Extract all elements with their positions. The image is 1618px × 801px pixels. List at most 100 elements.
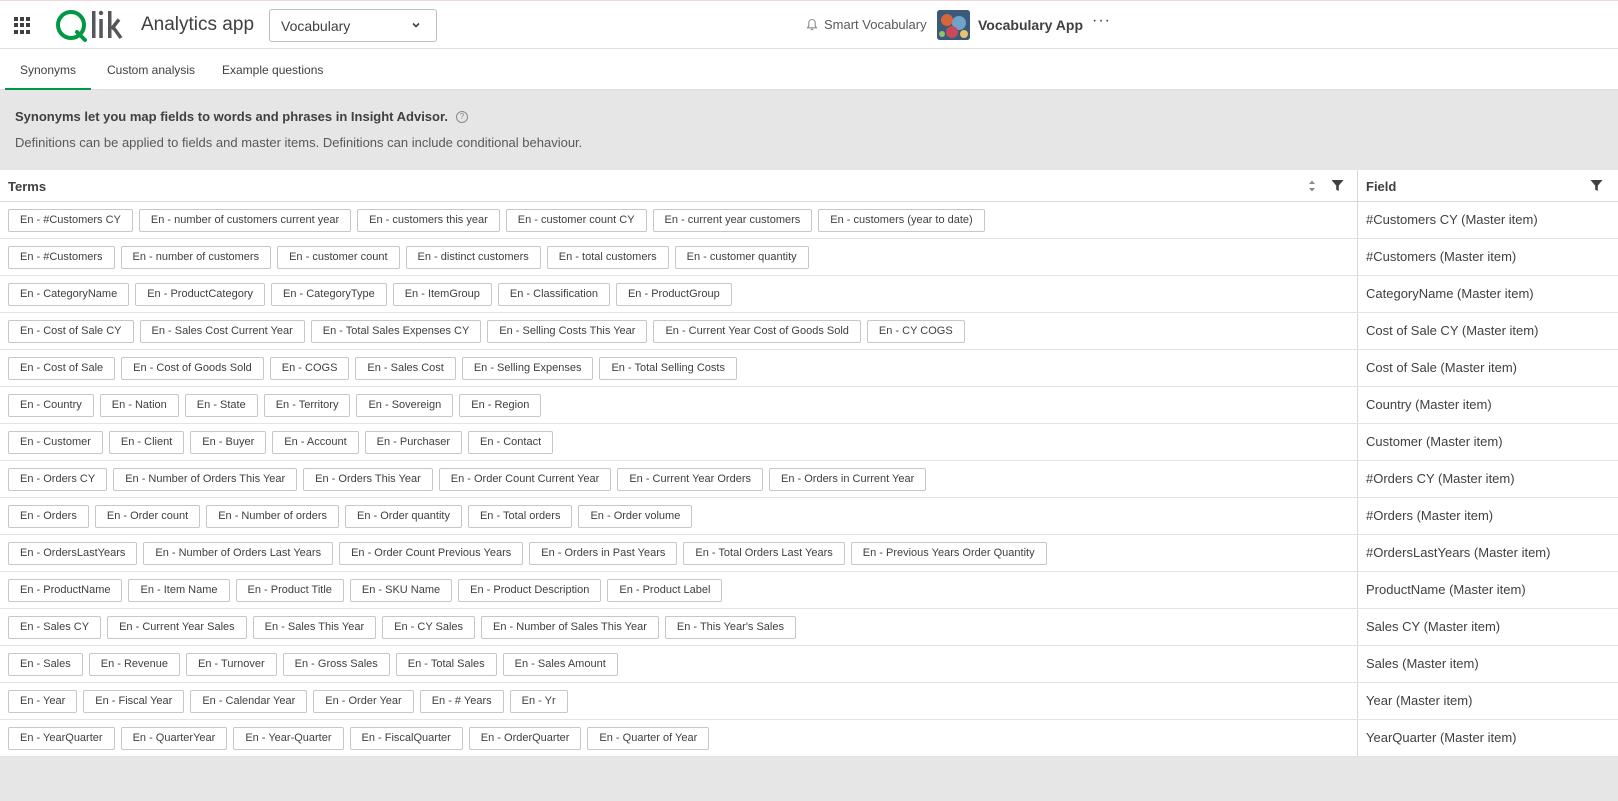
table-row[interactable]: En - Customer En - Client En - Buyer En - A… xyxy=(0,424,1618,461)
term-chip[interactable]: En - Nation xyxy=(99,394,179,417)
more-options-icon[interactable]: ··· xyxy=(1092,12,1111,30)
term-chip[interactable]: En - Revenue xyxy=(88,653,181,676)
term-chip[interactable]: En - Sales Amount xyxy=(502,653,618,676)
table-row[interactable]: En - YearQuarter En - QuarterYear En - Yea… xyxy=(0,720,1618,757)
term-chip[interactable]: En - Number of orders xyxy=(206,505,340,528)
term-chip[interactable]: En - Orders This Year xyxy=(303,468,433,491)
term-chip[interactable]: En - CY COGS xyxy=(866,320,965,343)
term-chip[interactable]: En - Orders in Past Years xyxy=(529,542,678,565)
term-chip[interactable]: En - FiscalQuarter xyxy=(349,727,463,750)
term-chip[interactable]: En - Selling Expenses xyxy=(461,357,594,380)
term-chip[interactable]: En - Sales xyxy=(8,653,83,676)
term-chip[interactable]: En - ProductCategory xyxy=(135,283,265,306)
term-chip[interactable]: En - customer quantity xyxy=(674,246,809,269)
term-chip[interactable]: En - Contact xyxy=(468,431,554,454)
term-chip[interactable]: En - QuarterYear xyxy=(120,727,228,750)
term-chip[interactable]: En - Sales CY xyxy=(8,616,102,639)
smart-vocabulary-button[interactable]: Smart Vocabulary xyxy=(806,17,927,32)
term-chip[interactable]: En - Country xyxy=(8,394,94,417)
term-chip[interactable]: En - Calendar Year xyxy=(190,690,308,713)
table-row[interactable]: En - Sales CY En - Current Year Sales En -… xyxy=(0,609,1618,646)
term-chip[interactable]: En - Order Year xyxy=(313,690,414,713)
term-chip[interactable]: En - Sovereign xyxy=(356,394,454,417)
term-chip[interactable]: En - Yr xyxy=(509,690,568,713)
table-row[interactable]: En - #Customers En - number of customers E… xyxy=(0,239,1618,276)
qlik-logo[interactable] xyxy=(55,7,125,43)
term-chip[interactable]: En - Sales Cost xyxy=(355,357,456,380)
term-chip[interactable]: En - Orders in Current Year xyxy=(769,468,927,491)
term-chip[interactable]: En - YearQuarter xyxy=(8,727,115,750)
term-chip[interactable]: En - Order Count Current Year xyxy=(438,468,612,491)
term-chip[interactable]: En - Territory xyxy=(263,394,351,417)
term-chip[interactable]: En - Order quantity xyxy=(345,505,462,528)
table-row[interactable]: En - Cost of Sale CY En - Sales Cost Curr… xyxy=(0,313,1618,350)
table-row[interactable]: En - Orders CY En - Number of Orders This… xyxy=(0,461,1618,498)
term-chip[interactable]: En - Product Description xyxy=(458,579,602,602)
vocabulary-app-name[interactable]: Vocabulary App xyxy=(978,17,1083,33)
table-row[interactable]: En - CategoryName En - ProductCategory En … xyxy=(0,276,1618,313)
term-chip[interactable]: En - SKU Name xyxy=(349,579,453,602)
term-chip[interactable]: En - Account xyxy=(272,431,359,454)
table-row[interactable]: En - Sales En - Revenue En - Turnover En - … xyxy=(0,646,1618,683)
tab-custom-analysis[interactable]: Custom analysis xyxy=(107,49,195,90)
term-chip[interactable]: En - customers (year to date) xyxy=(818,209,985,232)
term-chip[interactable]: En - ProductGroup xyxy=(615,283,732,306)
term-chip[interactable]: En - Total Sales Expenses CY xyxy=(310,320,482,343)
term-chip[interactable]: En - Year-Quarter xyxy=(233,727,344,750)
term-chip[interactable]: En - This Year's Sales xyxy=(664,616,796,639)
term-chip[interactable]: En - Current Year Cost of Goods Sold xyxy=(653,320,861,343)
term-chip[interactable]: En - Classification xyxy=(497,283,610,306)
term-chip[interactable]: En - Orders xyxy=(8,505,89,528)
term-chip[interactable]: En - Number of Sales This Year xyxy=(481,616,659,639)
term-chip[interactable]: En - Turnover xyxy=(186,653,277,676)
sort-icon[interactable] xyxy=(1307,177,1317,195)
term-chip[interactable]: En - number of customers current year xyxy=(138,209,352,232)
term-chip[interactable]: En - Current Year Sales xyxy=(107,616,247,639)
term-chip[interactable]: En - Buyer xyxy=(190,431,267,454)
table-row[interactable]: En - Year En - Fiscal Year En - Calendar Y… xyxy=(0,683,1618,720)
sheet-select-dropdown[interactable]: Vocabulary xyxy=(269,9,437,42)
term-chip[interactable]: En - customer count xyxy=(277,246,400,269)
tab-synonyms[interactable]: Synonyms xyxy=(5,49,91,90)
table-row[interactable]: En - Orders En - Order count En - Number o… xyxy=(0,498,1618,535)
term-chip[interactable]: En - CY Sales xyxy=(382,616,476,639)
term-chip[interactable]: En - Gross Sales xyxy=(282,653,390,676)
term-chip[interactable]: En - Item Name xyxy=(128,579,230,602)
term-chip[interactable]: En - current year customers xyxy=(652,209,813,232)
term-chip[interactable]: En - CategoryName xyxy=(8,283,130,306)
term-chip[interactable]: En - Cost of Sale CY xyxy=(8,320,134,343)
term-chip[interactable]: En - Region xyxy=(459,394,542,417)
term-chip[interactable]: En - Total Orders Last Years xyxy=(683,542,845,565)
app-menu-grid-icon[interactable] xyxy=(14,17,31,34)
filter-terms-icon[interactable] xyxy=(1331,179,1344,192)
term-chip[interactable]: En - OrdersLastYears xyxy=(8,542,138,565)
table-row[interactable]: En - OrdersLastYears En - Number of Order… xyxy=(0,535,1618,572)
term-chip[interactable]: En - Number of Orders Last Years xyxy=(143,542,334,565)
term-chip[interactable]: En - number of customers xyxy=(120,246,272,269)
column-header-field[interactable]: Field xyxy=(1366,179,1396,194)
term-chip[interactable]: En - Quarter of Year xyxy=(587,727,710,750)
term-chip[interactable]: En - Current Year Orders xyxy=(617,468,763,491)
term-chip[interactable]: En - ProductName xyxy=(8,579,123,602)
filter-field-icon[interactable] xyxy=(1590,179,1603,192)
term-chip[interactable]: En - COGS xyxy=(269,357,350,380)
term-chip[interactable]: En - Orders CY xyxy=(8,468,108,491)
term-chip[interactable]: En - customers this year xyxy=(357,209,500,232)
term-chip[interactable]: En - ItemGroup xyxy=(392,283,492,306)
term-chip[interactable]: En - #Customers xyxy=(8,246,115,269)
term-chip[interactable]: En - distinct customers xyxy=(405,246,541,269)
term-chip[interactable]: En - Order Count Previous Years xyxy=(339,542,524,565)
term-chip[interactable]: En - CategoryType xyxy=(271,283,387,306)
help-icon[interactable]: ? xyxy=(455,110,468,123)
table-row[interactable]: En - Country En - Nation En - State En - Te… xyxy=(0,387,1618,424)
table-row[interactable]: En - ProductName En - Item Name En - Produ… xyxy=(0,572,1618,609)
table-row[interactable]: En - Cost of Sale En - Cost of Goods Sold… xyxy=(0,350,1618,387)
term-chip[interactable]: En - total customers xyxy=(546,246,669,269)
term-chip[interactable]: En - Total orders xyxy=(467,505,573,528)
term-chip[interactable]: En - Total Selling Costs xyxy=(599,357,737,380)
term-chip[interactable]: En - Fiscal Year xyxy=(83,690,185,713)
term-chip[interactable]: En - Total Sales xyxy=(395,653,497,676)
column-header-terms[interactable]: Terms xyxy=(8,179,46,194)
term-chip[interactable]: En - Order volume xyxy=(578,505,693,528)
term-chip[interactable]: En - Year xyxy=(8,690,78,713)
